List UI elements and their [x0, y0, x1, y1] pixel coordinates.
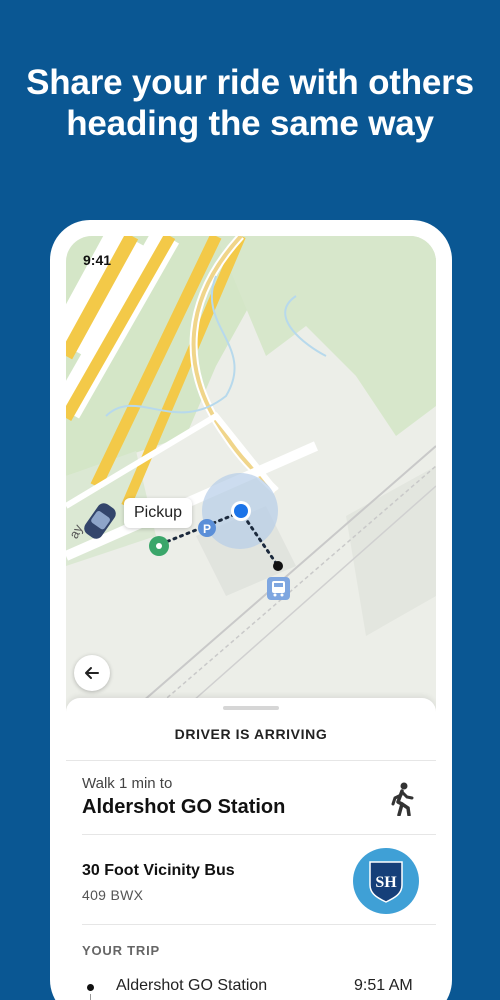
back-button[interactable]	[74, 655, 110, 691]
headline-line-1: Share your ride with others	[26, 63, 474, 102]
svg-text:P: P	[203, 522, 211, 536]
map-view[interactable]: P 9:41 ay Pickup	[66, 236, 436, 717]
trip-stop-dot	[87, 984, 94, 991]
bus-stop-icon	[267, 577, 290, 600]
walk-destination: Aldershot GO Station	[82, 796, 286, 818]
sheet-drag-handle[interactable]	[223, 706, 279, 710]
user-location-icon	[231, 501, 251, 521]
walk-instruction: Walk 1 min to	[82, 775, 173, 792]
divider	[82, 924, 436, 925]
trip-timeline-line	[90, 994, 91, 1000]
phone-frame: P 9:41 ay Pickup DRIVER IS ARRIVING Walk…	[50, 220, 452, 1000]
pickup-label: Pickup	[124, 498, 193, 528]
trip-header: YOUR TRIP	[82, 943, 160, 958]
operator-logo-icon: SH	[353, 848, 419, 914]
headline-line-2: heading the same way	[66, 104, 434, 143]
trip-stop-time: 9:51 AM	[354, 977, 413, 994]
phone-screen: P 9:41 ay Pickup DRIVER IS ARRIVING Walk…	[66, 236, 436, 1000]
svg-text:SH: SH	[375, 874, 397, 891]
route-end-dot	[273, 561, 283, 571]
trip-stop-name: Aldershot GO Station	[116, 977, 268, 994]
map-canvas: P	[66, 236, 436, 717]
ride-status: DRIVER IS ARRIVING	[174, 726, 328, 742]
parking-icon: P	[198, 519, 216, 537]
bus-plate: 409 BWX	[82, 887, 144, 903]
status-bar-time: 9:41	[83, 252, 112, 268]
divider	[66, 760, 436, 761]
divider	[82, 834, 436, 835]
walking-person-icon	[391, 782, 414, 816]
bus-name: 30 Foot Vicinity Bus	[82, 862, 235, 879]
ride-details-sheet[interactable]: DRIVER IS ARRIVING Walk 1 min to Aldersh…	[66, 698, 436, 1000]
promo-headline: Share your ride with others heading the …	[0, 62, 500, 144]
pickup-point-icon	[149, 536, 169, 556]
back-arrow-icon	[85, 667, 99, 679]
